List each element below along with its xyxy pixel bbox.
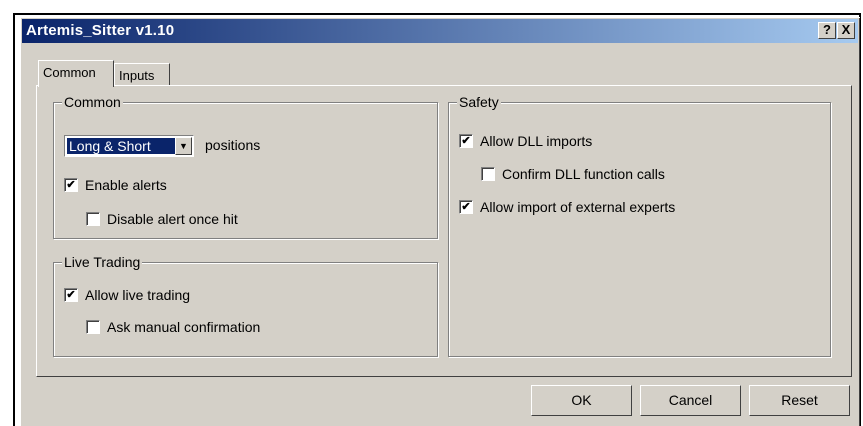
ask-manual-confirmation-label: Ask manual confirmation (107, 319, 261, 335)
chevron-down-icon[interactable]: ▼ (175, 137, 192, 155)
common-group-legend: Common (62, 94, 123, 110)
unchecked-box-icon (86, 320, 100, 334)
allow-external-experts-checkbox[interactable]: ✔ Allow import of external experts (459, 199, 675, 215)
allow-dll-imports-label: Allow DLL imports (480, 133, 593, 149)
close-button[interactable]: X (837, 22, 855, 39)
enable-alerts-label: Enable alerts (85, 177, 167, 193)
positions-select-value: Long & Short (67, 138, 177, 154)
reset-button[interactable]: Reset (749, 385, 850, 416)
tab-common-label: Common (43, 65, 96, 80)
ask-manual-confirmation-checkbox[interactable]: Ask manual confirmation (86, 319, 260, 335)
disable-alert-label: Disable alert once hit (107, 211, 238, 227)
confirm-dll-calls-checkbox[interactable]: Confirm DLL function calls (481, 166, 665, 182)
allow-external-experts-label: Allow import of external experts (480, 199, 676, 215)
positions-select[interactable]: Long & Short ▼ (64, 135, 194, 157)
tab-inputs-label: Inputs (119, 68, 155, 83)
safety-group-legend: Safety (457, 94, 501, 110)
confirm-dll-calls-label: Confirm DLL function calls (502, 166, 665, 182)
allow-live-trading-label: Allow live trading (85, 287, 191, 303)
window-title: Artemis_Sitter v1.10 (26, 22, 175, 39)
checkmark-icon: ✔ (64, 178, 78, 192)
help-button[interactable]: ? (818, 22, 836, 39)
unchecked-box-icon (481, 167, 495, 181)
allow-live-trading-checkbox[interactable]: ✔ Allow live trading (64, 287, 190, 303)
disable-alert-checkbox[interactable]: Disable alert once hit (86, 211, 238, 227)
enable-alerts-checkbox[interactable]: ✔ Enable alerts (64, 177, 167, 193)
unchecked-box-icon (86, 212, 100, 226)
live-trading-group: Live Trading (53, 254, 438, 357)
checkmark-icon: ✔ (459, 200, 473, 214)
allow-dll-imports-checkbox[interactable]: ✔ Allow DLL imports (459, 133, 592, 149)
cancel-button[interactable]: Cancel (640, 385, 741, 416)
title-bar: Artemis_Sitter v1.10 ? X (22, 19, 858, 43)
checkmark-icon: ✔ (459, 134, 473, 148)
tab-common[interactable]: Common (38, 60, 114, 87)
tab-inputs[interactable]: Inputs (114, 63, 170, 85)
checkmark-icon: ✔ (64, 288, 78, 302)
positions-label: positions (205, 137, 261, 153)
ok-button[interactable]: OK (531, 385, 632, 416)
live-trading-legend: Live Trading (62, 254, 143, 270)
